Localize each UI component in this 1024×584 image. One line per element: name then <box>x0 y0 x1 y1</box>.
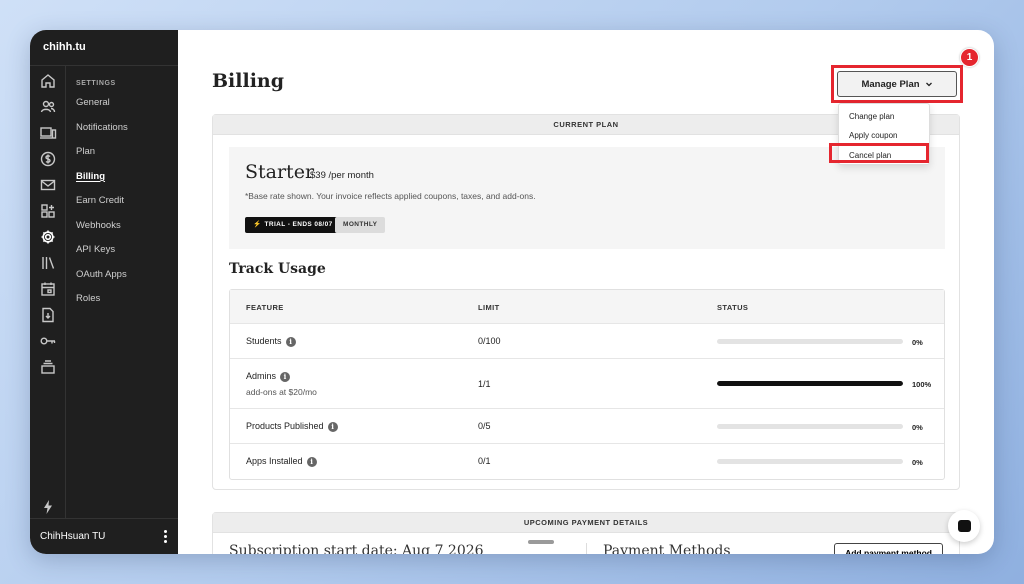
feature-name: Products Published <box>246 421 324 431</box>
trial-badge-label: TRIAL - ENDS 08/07 <box>264 221 333 228</box>
manage-plan-button[interactable]: Manage Plan <box>837 71 957 97</box>
annotation-badge-1: 1 <box>960 48 979 67</box>
upcoming-payment-heading: UPCOMING PAYMENT DETAILS <box>213 513 959 533</box>
info-icon[interactable]: i <box>306 456 317 467</box>
limit-value: 0/1 <box>478 456 491 466</box>
payment-methods-title: Payment Methods <box>603 543 731 554</box>
usage-percent: 100% <box>912 380 932 389</box>
table-row: Admins i add-ons at $20/mo 1/1 100% <box>230 359 944 409</box>
sidebar-item-plan[interactable]: Plan <box>76 146 176 171</box>
usage-progress-bar <box>717 381 903 386</box>
icon-rail <box>30 66 66 518</box>
sidebar-item-notifications[interactable]: Notifications <box>76 122 176 147</box>
apps-icon[interactable] <box>39 202 57 220</box>
track-usage-title: Track Usage <box>229 261 326 277</box>
column-header-feature: FEATURE <box>246 303 284 312</box>
feature-name: Apps Installed <box>246 456 303 466</box>
current-plan-card: CURRENT PLAN Starter $39 /per month *Bas… <box>212 114 960 490</box>
devices-icon[interactable] <box>39 124 57 142</box>
manage-plan-label: Manage Plan <box>861 78 920 90</box>
upcoming-payment-card: UPCOMING PAYMENT DETAILS Subscription st… <box>212 512 960 554</box>
menu-item-apply-coupon[interactable]: Apply coupon <box>849 131 897 140</box>
home-icon[interactable] <box>39 72 57 90</box>
table-row: Students i 0/100 0% <box>230 324 944 359</box>
usage-progress-fill <box>717 381 903 386</box>
gear-icon[interactable] <box>39 228 57 246</box>
usage-percent: 0% <box>912 338 923 347</box>
info-icon[interactable]: i <box>327 421 338 432</box>
user-bar: ChihHsuan TU <box>30 518 178 554</box>
billing-cycle-badge: MONTHLY <box>335 217 386 233</box>
more-options-icon[interactable] <box>162 529 168 545</box>
mail-icon[interactable] <box>39 176 57 194</box>
cancel-plan-highlight <box>829 143 929 163</box>
manage-plan-highlight: Manage Plan <box>831 65 963 103</box>
add-payment-method-button[interactable]: Add payment method <box>834 543 943 554</box>
sidebar-item-billing[interactable]: Billing <box>76 171 176 196</box>
scroll-handle[interactable] <box>528 540 554 544</box>
usage-progress-bar <box>717 459 903 464</box>
workspace-name[interactable]: chihh.tu <box>30 30 178 66</box>
dollar-icon[interactable] <box>39 150 57 168</box>
settings-heading: SETTINGS <box>76 80 116 87</box>
app-window: chihh.tu SETTINGS General Notifications … <box>30 30 994 554</box>
plan-note: *Base rate shown. Your invoice reflects … <box>245 191 536 201</box>
column-header-status: STATUS <box>717 303 749 312</box>
sidebar-item-general[interactable]: General <box>76 97 176 122</box>
chevron-down-icon <box>925 82 932 87</box>
download-icon[interactable] <box>39 306 57 324</box>
main-content: Billing Manage Plan 1 Change plan Apply … <box>178 30 994 554</box>
bolt-icon[interactable] <box>39 498 57 516</box>
library-icon[interactable] <box>39 254 57 272</box>
limit-value: 0/5 <box>478 421 491 431</box>
sidebar-item-earn-credit[interactable]: Earn Credit <box>76 195 176 220</box>
chat-launcher-button[interactable] <box>948 510 980 542</box>
limit-value: 1/1 <box>478 379 491 389</box>
users-icon[interactable] <box>39 98 57 116</box>
usage-progress-bar <box>717 339 903 344</box>
table-row: Products Published i 0/5 0% <box>230 409 944 444</box>
sidebar-item-oauth-apps[interactable]: OAuth Apps <box>76 269 176 294</box>
key-icon[interactable] <box>39 332 57 350</box>
divider <box>586 543 587 554</box>
calendar-icon[interactable] <box>39 280 57 298</box>
menu-item-change-plan[interactable]: Change plan <box>849 112 894 121</box>
usage-table: FEATURE LIMIT STATUS Students i 0/100 0% … <box>229 289 945 480</box>
feature-subtext: add-ons at $20/mo <box>246 387 317 397</box>
usage-percent: 0% <box>912 423 923 432</box>
sidebar-item-api-keys[interactable]: API Keys <box>76 244 176 269</box>
usage-progress-bar <box>717 424 903 429</box>
chat-icon <box>957 520 971 532</box>
table-row: Apps Installed i 0/1 0% <box>230 444 944 479</box>
bolt-icon: ⚡ <box>253 221 262 228</box>
user-name: ChihHsuan TU <box>40 531 106 542</box>
sidebar-item-roles[interactable]: Roles <box>76 293 176 318</box>
plan-name: Starter <box>245 161 315 183</box>
info-icon[interactable]: i <box>285 336 296 347</box>
usage-table-header: FEATURE LIMIT STATUS <box>230 290 944 324</box>
usage-percent: 0% <box>912 458 923 467</box>
plan-price: $39 /per month <box>310 170 374 181</box>
column-header-limit: LIMIT <box>478 303 500 312</box>
feature-name: Admins <box>246 371 277 381</box>
sidebar-item-webhooks[interactable]: Webhooks <box>76 220 176 245</box>
feature-name: Students <box>246 336 282 346</box>
subscription-start-date: Subscription start date: Aug 7 2026 <box>229 543 484 554</box>
info-icon[interactable]: i <box>280 371 291 382</box>
limit-value: 0/100 <box>478 336 501 346</box>
settings-nav: SETTINGS General Notifications Plan Bill… <box>76 80 176 318</box>
trial-badge: ⚡ TRIAL - ENDS 08/07 <box>245 217 341 233</box>
layers-icon[interactable] <box>39 358 57 376</box>
sidebar: chihh.tu SETTINGS General Notifications … <box>30 30 178 554</box>
page-title: Billing <box>212 70 285 92</box>
